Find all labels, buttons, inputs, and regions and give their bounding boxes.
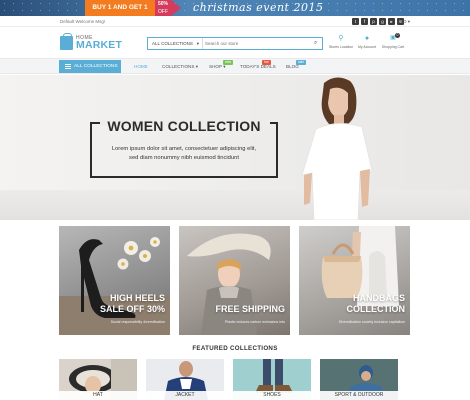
chevron-down-icon: ▾ bbox=[196, 41, 199, 46]
promo-event-title: christmas event 2015 bbox=[193, 1, 324, 14]
featured-hat-label: HAT bbox=[59, 391, 137, 400]
hot-badge: hot bbox=[262, 60, 271, 65]
location-pin-icon: ⚲ bbox=[338, 35, 344, 42]
hero-model-image bbox=[301, 77, 373, 220]
tile-free-shipping-title: FREE SHIPPING bbox=[215, 304, 285, 314]
header: HOME MARKET ALL COLLECTIONS ▾ ⌕ ⚲ Stores… bbox=[0, 28, 470, 58]
search-icon: ⌕ bbox=[313, 40, 318, 46]
nav-item-home-label: HOME bbox=[134, 64, 148, 69]
featured-sport-outdoor-label: SPORT & OUTDOOR bbox=[320, 391, 398, 400]
hero-banner[interactable]: WOMEN COLLECTION Lorem ipsum dolor sit a… bbox=[0, 75, 470, 220]
search-button[interactable]: ⌕ bbox=[311, 39, 320, 48]
tile-high-heels[interactable]: HIGH HEELS SALE OFF 30% Social responsib… bbox=[59, 226, 170, 335]
pinterest-icon[interactable]: p bbox=[370, 18, 377, 25]
tile-free-shipping[interactable]: FREE SHIPPING Plastic reduces carbon emi… bbox=[179, 226, 290, 335]
user-icon: ● bbox=[364, 35, 370, 42]
free-shipping-image bbox=[187, 233, 271, 335]
promo-percent-sub: OFF bbox=[158, 9, 168, 15]
menu-icon bbox=[65, 64, 71, 69]
tile-high-heels-subtitle: Social responsibility diversification bbox=[110, 320, 165, 324]
tile-high-heels-title: HIGH HEELS SALE OFF 30% bbox=[100, 293, 165, 315]
tile-handbags-title: HANDBAGS COLLECTION bbox=[347, 293, 406, 315]
store-location-label: Stores Location bbox=[328, 45, 354, 49]
featured-jacket-label: JACKET bbox=[146, 391, 224, 400]
search-bar: ALL COLLECTIONS ▾ ⌕ bbox=[147, 37, 323, 50]
shopping-bag-icon bbox=[60, 33, 73, 50]
sale-badge: sale bbox=[296, 60, 307, 65]
all-collections-label: ALL COLLECTIONS bbox=[74, 64, 118, 69]
featured-collections-title: FEATURED COLLECTIONS bbox=[192, 345, 278, 352]
promo-percent-badge: 50% OFF bbox=[155, 0, 171, 16]
hero-subtitle: Lorem ipsum dolor sit amet, consectetuer… bbox=[95, 145, 273, 163]
featured-shoes-label: SHOES bbox=[233, 391, 311, 400]
all-collections-button[interactable]: ALL COLLECTIONS bbox=[59, 60, 121, 73]
my-account-link[interactable]: ● My Account bbox=[354, 35, 380, 49]
search-category-select[interactable]: ALL COLLECTIONS ▾ bbox=[148, 38, 203, 49]
promo-banner[interactable]: BUY 1 AND GET 1 FREE 50% OFF christmas e… bbox=[0, 0, 470, 16]
cart-count-badge: 0 bbox=[395, 33, 400, 38]
search-category-label: ALL COLLECTIONS bbox=[152, 41, 193, 46]
main-navigation: ALL COLLECTIONS HOME COLLECTIONS ▾ SHOP … bbox=[0, 58, 470, 74]
hero-floor bbox=[0, 190, 470, 220]
nav-item-blog[interactable]: BLOG sale bbox=[286, 59, 307, 73]
featured-sport-outdoor[interactable]: SPORT & OUTDOOR bbox=[320, 359, 398, 400]
tile-high-heels-title-1: HIGH HEELS bbox=[109, 293, 165, 303]
google-plus-icon[interactable]: g bbox=[379, 18, 386, 25]
top-bar: Default Welcome Msg! t f p g ▸ in USD ▾ bbox=[0, 16, 470, 27]
site-logo[interactable]: HOME MARKET bbox=[60, 33, 124, 53]
facebook-icon[interactable]: f bbox=[361, 18, 368, 25]
page: BUY 1 AND GET 1 FREE 50% OFF christmas e… bbox=[0, 0, 470, 400]
high-heels-image bbox=[59, 237, 170, 335]
nav-item-home[interactable]: HOME bbox=[134, 59, 148, 73]
new-badge: new bbox=[223, 60, 234, 65]
store-location-link[interactable]: ⚲ Stores Location bbox=[328, 35, 354, 49]
promo-arrow-icon bbox=[171, 0, 181, 16]
shopping-cart-link[interactable]: ▣ 0 Shopping Cart bbox=[380, 33, 406, 49]
nav-item-collections[interactable]: COLLECTIONS ▾ bbox=[162, 59, 198, 73]
tile-handbags-title-1: HANDBAGS bbox=[352, 293, 405, 303]
search-input[interactable] bbox=[205, 38, 310, 49]
nav-item-collections-label: COLLECTIONS ▾ bbox=[162, 64, 199, 69]
nav-item-todays-deals[interactable]: TODAY'S DEALS hot bbox=[240, 59, 276, 73]
featured-hat[interactable]: HAT bbox=[59, 359, 137, 400]
logo-main-text: MARKET bbox=[76, 39, 123, 51]
featured-shoes[interactable]: SHOES bbox=[233, 359, 311, 400]
featured-jacket[interactable]: JACKET bbox=[146, 359, 224, 400]
tile-high-heels-title-2: SALE OFF 30% bbox=[99, 304, 165, 314]
welcome-message: Default Welcome Msg! bbox=[60, 19, 106, 24]
header-actions: ⚲ Stores Location ● My Account ▣ 0 Shopp… bbox=[328, 33, 406, 49]
nav-item-shop[interactable]: SHOP ▾ new bbox=[209, 59, 234, 73]
currency-selector[interactable]: USD ▾ bbox=[397, 16, 410, 27]
my-account-label: My Account bbox=[357, 45, 377, 49]
tile-handbags-subtitle: Diversification society inclusive capita… bbox=[338, 320, 405, 324]
hero-title: WOMEN COLLECTION bbox=[107, 118, 261, 134]
tile-handbags-title-2: COLLECTION bbox=[346, 304, 406, 314]
promo-percent: 50% bbox=[157, 1, 168, 7]
youtube-icon[interactable]: ▸ bbox=[388, 18, 395, 25]
hero-subtitle-line-1: Lorem ipsum dolor sit amet, consectetuer… bbox=[111, 146, 257, 152]
promo-deal-label: BUY 1 AND GET 1 FREE bbox=[85, 0, 155, 16]
tile-free-shipping-subtitle: Plastic reduces carbon emissions into bbox=[224, 320, 285, 324]
handbags-image bbox=[321, 226, 399, 306]
tile-handbags[interactable]: HANDBAGS COLLECTION Diversification soci… bbox=[299, 226, 410, 335]
twitter-icon[interactable]: t bbox=[352, 18, 359, 25]
shopping-cart-label: Shopping Cart bbox=[381, 45, 405, 49]
hero-subtitle-line-2: sed diam nonummy nibh euismod tincidunt bbox=[129, 155, 239, 161]
